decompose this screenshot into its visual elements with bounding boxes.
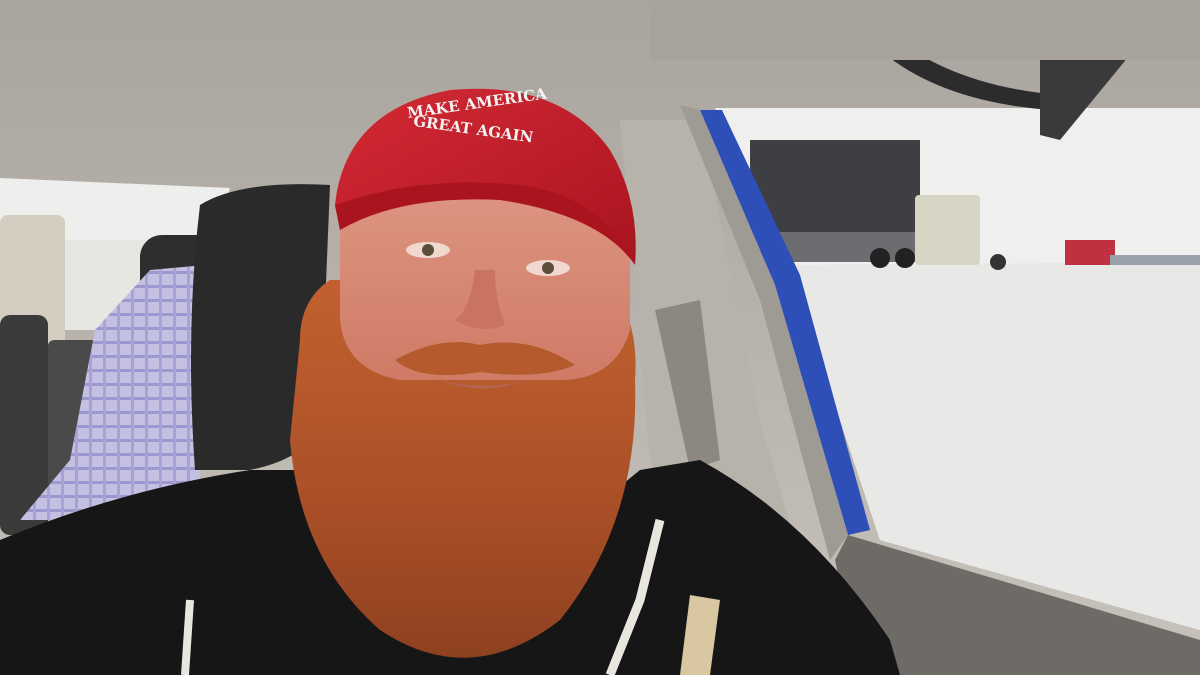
- distant-trailer: [1110, 255, 1200, 265]
- truck-cab: [915, 195, 980, 265]
- red-truck: [1065, 240, 1115, 265]
- selfie-photo: MAKE AMERICA GREAT AGAIN: [0, 0, 1200, 675]
- sun-visor: [650, 0, 1200, 60]
- truck-trailer: [750, 140, 920, 235]
- photo-canvas: MAKE AMERICA GREAT AGAIN: [0, 0, 1200, 675]
